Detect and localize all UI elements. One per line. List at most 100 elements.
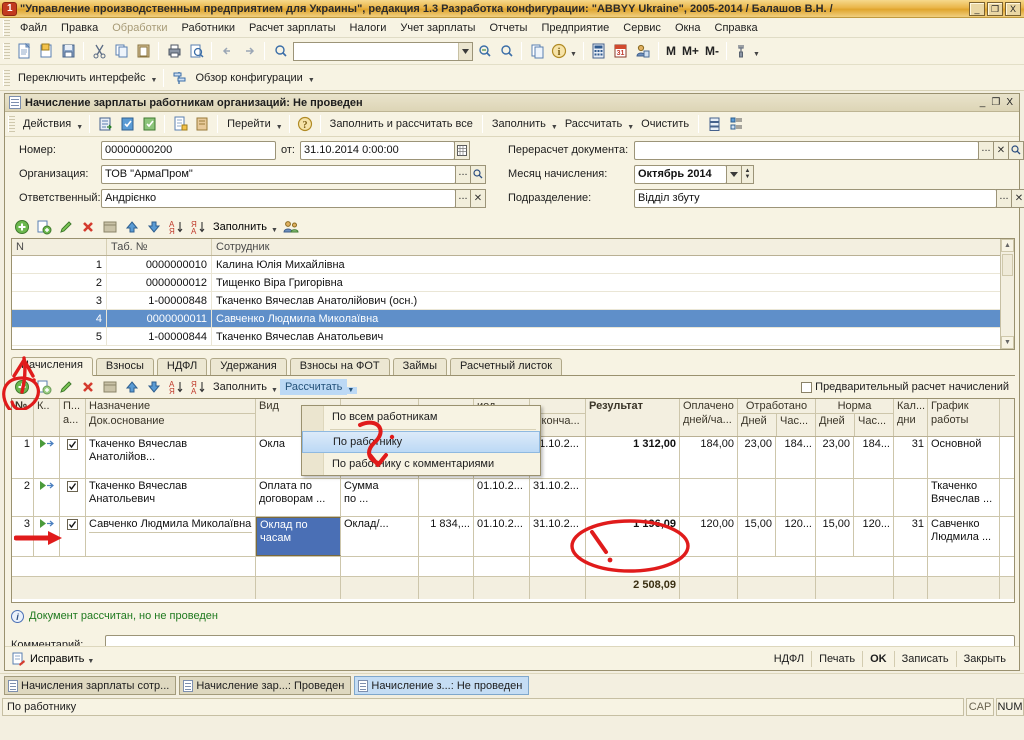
help-icon[interactable]: ? [294,113,316,135]
document-close-button[interactable]: X [1006,97,1013,108]
config-overview-icon[interactable] [168,67,190,89]
new-document-icon[interactable] [13,40,35,62]
document-movements-icon[interactable] [169,113,191,135]
cell-status-flag[interactable] [34,437,60,478]
table-row[interactable]: 2 0000000012 Тищенко Віра Григорівна [12,274,1014,292]
paste-icon[interactable] [132,40,154,62]
actions-button[interactable]: Действия [18,117,76,131]
menu-item-processing[interactable]: Обработки [105,20,174,36]
recalc-clear-button[interactable]: ✕ [993,140,1009,160]
calendar-picker-button[interactable] [453,140,470,160]
column-settings-icon[interactable] [725,113,747,135]
taskbar-item-payroll-posted[interactable]: Начисление зар...: Проведен [179,676,352,695]
column-header-p[interactable]: П... а... [60,399,86,436]
edit-row-icon[interactable] [55,216,77,238]
detail-calculate-button[interactable]: Рассчитать [279,379,348,395]
column-header-calendar-days[interactable]: Кал... дни [894,399,928,436]
table-row[interactable]: 5 1-00000844 Ткаченко Вячеслав Анатольев… [12,328,1014,346]
chevron-down-icon-actions[interactable]: ▼ [76,124,83,131]
month-input[interactable]: Октябрь 2014 [634,164,727,184]
copy-icon[interactable] [110,40,132,62]
organization-input[interactable]: ТОВ "АрмаПром" [101,164,456,184]
select-employees-icon[interactable] [280,216,302,238]
tab-raschetnyy-listok[interactable]: Расчетный листок [450,358,563,375]
menu-item-edit[interactable]: Правка [54,20,105,36]
responsible-clear-button[interactable]: ✕ [470,188,486,208]
document-restore-button[interactable]: ❐ [991,97,1000,108]
chevron-down-icon-info[interactable]: ▼ [570,51,577,58]
unpost-document-icon[interactable] [138,113,160,135]
minimize-button[interactable]: _ [969,1,985,16]
scrollbar-thumb[interactable] [1002,254,1013,276]
sort-asc-icon[interactable]: АЯ [165,216,187,238]
table-row[interactable]: 2 Ткаченко Вячеслав Анатольевич Оплата п… [12,479,1014,517]
delete-row-icon[interactable] [77,216,99,238]
calculate-button-top[interactable]: Рассчитать [560,117,627,131]
fill-button-top[interactable]: Заполнить [487,117,551,131]
recalc-search-icon[interactable] [1008,140,1024,160]
find-icon[interactable] [269,40,291,62]
info-icon[interactable]: i [548,40,570,62]
delete-row-icon[interactable] [77,376,99,398]
mark-delete-icon[interactable] [99,376,121,398]
table-row-empty[interactable] [12,557,1014,577]
tab-ndfl[interactable]: НДФЛ [156,358,208,375]
menu-item-payroll-accounting[interactable]: Учет зарплаты [393,20,482,36]
print-preview-icon[interactable] [185,40,207,62]
add-row-icon[interactable] [11,216,33,238]
chevron-down-icon-emp-fill[interactable]: ▼ [271,227,278,234]
mark-delete-icon[interactable] [99,216,121,238]
move-up-icon[interactable] [121,216,143,238]
ndfl-button[interactable]: НДФЛ [767,650,813,667]
month-spinner[interactable]: ▲ ▼ [741,164,754,184]
save-icon[interactable] [57,40,79,62]
chevron-down-icon[interactable] [458,42,472,60]
tab-nachisleniya[interactable]: Начисления [11,357,93,376]
print-icon[interactable] [163,40,185,62]
memory-minus-button[interactable]: M- [702,44,722,58]
copy-row-icon[interactable] [33,216,55,238]
column-header-schedule[interactable]: График работы [928,399,1000,436]
tab-uderzhaniya[interactable]: Удержания [210,358,287,375]
chevron-down-icon-config[interactable]: ▼ [308,77,315,84]
print-button[interactable]: Печать [812,650,864,667]
scroll-down-icon[interactable]: ▼ [1001,336,1014,349]
chevron-down-icon-detail-fill[interactable]: ▼ [271,387,278,394]
chevron-down-icon-fix[interactable]: ▼ [87,658,94,665]
chevron-down-icon-detail-calc[interactable]: ▼ [347,386,358,394]
responsible-input[interactable]: Андрієнко [101,188,456,208]
table-row[interactable]: 1 0000000010 Калина Юлія Михайлівна [12,256,1014,274]
menu-item-reports[interactable]: Отчеты [482,20,534,36]
menu-item-by-worker[interactable]: По работнику [302,431,540,453]
date-input[interactable]: 31.10.2014 0:00:00 [299,140,455,160]
tab-vznosy[interactable]: Взносы [95,358,154,375]
undo-icon[interactable] [216,40,238,62]
document-structure-icon[interactable] [191,113,213,135]
recalc-select-button[interactable]: ... [978,140,994,160]
column-header-result[interactable]: Результат [586,399,680,436]
column-header-num[interactable]: № [12,399,34,436]
column-header-norm[interactable]: Норма Дней Час... [816,399,894,436]
calculate-dropdown-menu[interactable]: По всем работникам По работнику По работ… [301,405,541,476]
clear-button[interactable]: Очистить [636,117,694,131]
move-down-icon[interactable] [143,216,165,238]
table-row-selected[interactable]: 4 0000000011 Савченко Людмила Миколаївна [12,310,1014,328]
tab-zaymy[interactable]: Займы [392,358,448,375]
column-header-n[interactable]: N [12,239,107,255]
copy-row-icon[interactable] [33,376,55,398]
document-minimize-button[interactable]: _ [980,97,986,108]
menu-item-windows[interactable]: Окна [668,20,708,36]
add-row-icon[interactable] [11,376,33,398]
subdivision-clear-button[interactable]: ✕ [1011,188,1024,208]
secondary-toolbar-grip[interactable] [3,69,10,86]
memory-button[interactable]: M [663,44,679,58]
month-dropdown-icon[interactable] [726,164,742,184]
find-prev-icon[interactable] [495,40,517,62]
column-header-employee[interactable]: Сотрудник [212,239,1014,255]
chevron-down-icon-fill-top[interactable]: ▼ [551,124,558,131]
fix-button[interactable]: Исправить [30,653,84,665]
switch-interface-button[interactable]: Переключить интерфейс [13,70,151,86]
menu-item-help[interactable]: Справка [708,20,765,36]
column-header-paid[interactable]: Оплачено дней/ча... [680,399,738,436]
menu-item-payroll[interactable]: Расчет зарплаты [242,20,343,36]
